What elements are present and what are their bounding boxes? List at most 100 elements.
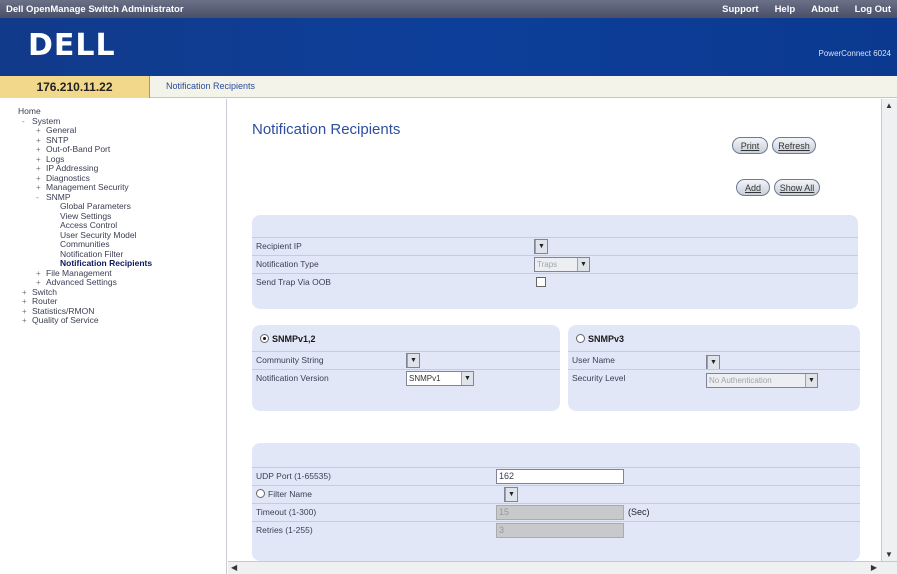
- device-ip: 176.210.11.22: [0, 76, 150, 98]
- expand-icon[interactable]: +: [22, 288, 32, 298]
- brand-bar: DELL PowerConnect 6024: [0, 18, 897, 76]
- notification-version-row: Notification Version SNMPv1 ▼: [252, 369, 560, 386]
- filter-name-row: Filter Name ▼: [252, 485, 860, 502]
- tree-item-label: Notification Filter: [60, 248, 124, 259]
- support-link[interactable]: Support: [722, 4, 758, 15]
- expand-icon[interactable]: -: [22, 117, 32, 127]
- general-panel: Recipient IP ▼ Notification Type Traps ▼…: [252, 215, 858, 309]
- tree-item-label: User Security Model: [60, 229, 137, 240]
- main-content: Notification Recipients Print Refresh Ad…: [228, 99, 889, 561]
- udp-port-row: UDP Port (1-65535) 162: [252, 467, 860, 484]
- send-trap-label: Send Trap Via OOB: [256, 277, 331, 287]
- timeout-unit: (Sec): [628, 507, 650, 517]
- send-trap-checkbox[interactable]: [536, 277, 546, 287]
- udp-port-input[interactable]: 162: [496, 469, 624, 484]
- notification-version-select[interactable]: SNMPv1 ▼: [406, 371, 474, 386]
- filter-name-radio-label[interactable]: Filter Name: [256, 489, 312, 499]
- refresh-button[interactable]: Refresh: [772, 137, 816, 154]
- tree-item-label: Quality of Service: [32, 315, 99, 325]
- tree-item[interactable]: + SNTP: [8, 135, 223, 146]
- tree-item-label: Global Parameters: [60, 201, 131, 211]
- snmpv3-radio[interactable]: [576, 334, 585, 343]
- community-row: Community String ▼: [252, 351, 560, 368]
- tree-item[interactable]: Notification Recipients: [0, 258, 225, 269]
- horizontal-scrollbar[interactable]: ◀ ▶: [228, 561, 897, 574]
- filter-name-radio[interactable]: [256, 489, 265, 498]
- tree-item-label: IP Addressing: [46, 163, 99, 173]
- expand-icon[interactable]: +: [36, 174, 46, 184]
- address-bar: 176.210.11.22 Notification Recipients: [0, 76, 897, 98]
- tree-item-label: Diagnostics: [46, 172, 90, 183]
- security-level-select[interactable]: No Authentication ▼: [706, 373, 818, 388]
- add-button[interactable]: Add: [736, 179, 770, 196]
- snmpv12-radio-label[interactable]: SNMPv1,2: [260, 334, 316, 344]
- expand-icon[interactable]: +: [36, 164, 46, 174]
- recipient-ip-select[interactable]: ▼: [534, 239, 548, 254]
- tree-item[interactable]: + IP Addressing: [8, 163, 223, 174]
- page-title: Notification Recipients: [252, 121, 401, 138]
- udp-panel: UDP Port (1-65535) 162 Filter Name ▼ Tim…: [252, 443, 860, 561]
- expand-icon[interactable]: +: [22, 297, 32, 307]
- recipient-ip-label: Recipient IP: [256, 241, 302, 251]
- vertical-scrollbar[interactable]: ▲ ▼: [881, 99, 897, 561]
- tree-item-label: Home: [18, 106, 41, 116]
- tree-item-label: System: [32, 115, 61, 126]
- security-level-row: Security Level No Authentication ▼: [568, 369, 860, 388]
- chevron-down-icon: ▼: [535, 240, 547, 253]
- tree-item[interactable]: + Logs: [8, 154, 223, 165]
- community-select[interactable]: ▼: [406, 353, 420, 368]
- tree-item-label: Communities: [60, 239, 110, 249]
- app-title: Dell OpenManage Switch Administrator: [6, 3, 184, 15]
- print-button[interactable]: Print: [732, 137, 768, 154]
- snmpv12-radio[interactable]: [260, 334, 269, 343]
- tree-item-label: Notification Recipients: [60, 258, 153, 268]
- tree-item[interactable]: - System: [8, 115, 223, 127]
- user-name-select[interactable]: ▼: [706, 355, 720, 370]
- tree-item[interactable]: + Management Security: [8, 182, 223, 193]
- tree-item-label: Router: [32, 296, 58, 306]
- navigation-sidebar: Home - System + General + SNTP + Out-of-Band Por…: [0, 99, 227, 574]
- top-bar: Dell OpenManage Switch Administrator Sup…: [0, 0, 897, 18]
- logout-link[interactable]: Log Out: [855, 4, 891, 15]
- help-link[interactable]: Help: [775, 4, 796, 15]
- expand-icon[interactable]: +: [36, 145, 46, 155]
- tree-item[interactable]: Global Parameters: [8, 201, 223, 212]
- timeout-row: Timeout (1-300) 15 (Sec): [252, 503, 860, 520]
- expand-icon[interactable]: +: [22, 307, 32, 317]
- scroll-up-icon[interactable]: ▲: [885, 101, 893, 110]
- tree-item[interactable]: + General: [8, 125, 223, 136]
- expand-icon[interactable]: +: [36, 155, 46, 165]
- tree-item-label: Switch: [32, 286, 58, 297]
- scroll-left-icon[interactable]: ◀: [231, 563, 237, 572]
- tree-item-label: General: [46, 125, 77, 135]
- chevron-down-icon: ▼: [461, 372, 473, 385]
- scroll-down-icon[interactable]: ▼: [885, 550, 893, 559]
- tree-item-label: Advanced Settings: [46, 277, 117, 287]
- expand-icon[interactable]: +: [36, 136, 46, 146]
- expand-icon[interactable]: +: [36, 269, 46, 279]
- timeout-label: Timeout (1-300): [256, 507, 317, 517]
- tree-item[interactable]: + Quality of Service: [8, 315, 223, 326]
- snmpv3-radio-label[interactable]: SNMPv3: [576, 334, 624, 344]
- show-all-button[interactable]: Show All: [774, 179, 820, 196]
- expand-icon[interactable]: +: [36, 183, 46, 193]
- expand-icon[interactable]: +: [22, 316, 32, 326]
- udp-port-label: UDP Port (1-65535): [256, 471, 331, 481]
- snmpv12-panel: SNMPv1,2 Community String ▼ Notification…: [252, 325, 560, 411]
- community-label: Community String: [256, 355, 324, 365]
- user-name-label: User Name: [572, 355, 615, 365]
- product-name: PowerConnect 6024: [818, 49, 892, 58]
- snmpv3-panel: SNMPv3 User Name ▼ Security Level No Aut…: [568, 325, 860, 411]
- notification-type-select[interactable]: Traps ▼: [534, 257, 590, 272]
- about-link[interactable]: About: [811, 4, 838, 15]
- chevron-down-icon: ▼: [407, 354, 419, 367]
- retries-input[interactable]: 3: [496, 523, 624, 538]
- chevron-down-icon: ▼: [707, 356, 719, 369]
- tree-item[interactable]: User Security Model: [8, 229, 223, 241]
- scroll-right-icon[interactable]: ▶: [871, 563, 877, 572]
- timeout-input[interactable]: 15: [496, 505, 624, 520]
- tree-item[interactable]: + Out-of-Band Port: [8, 144, 223, 155]
- expand-icon[interactable]: -: [36, 193, 46, 203]
- filter-name-select[interactable]: ▼: [504, 487, 518, 502]
- expand-icon[interactable]: +: [36, 126, 46, 136]
